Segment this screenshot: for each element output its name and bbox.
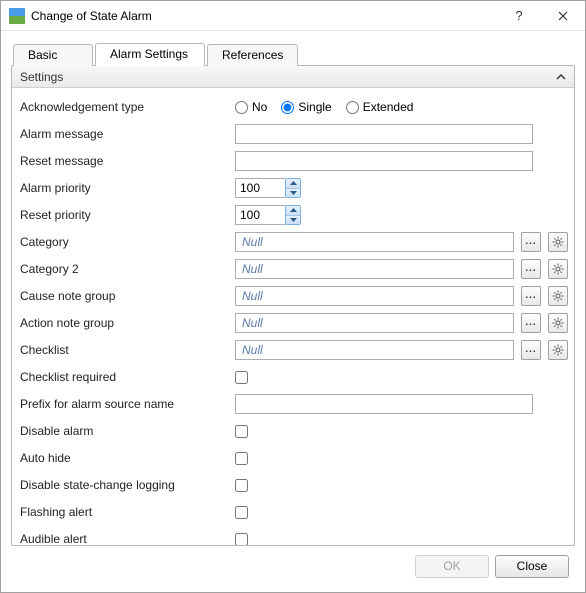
section-header-settings[interactable]: Settings bbox=[12, 66, 574, 88]
label-disable-logging: Disable state-change logging bbox=[20, 478, 235, 492]
titlebar: Change of State Alarm ? bbox=[1, 1, 585, 31]
label-alarm-priority: Alarm priority bbox=[20, 181, 235, 195]
tab-alarm-settings[interactable]: Alarm Settings bbox=[95, 43, 205, 66]
radio-single-input[interactable] bbox=[281, 101, 294, 114]
category-gear-button[interactable] bbox=[548, 232, 568, 252]
checklist-required-checkbox[interactable] bbox=[235, 371, 248, 384]
gear-icon bbox=[552, 344, 564, 356]
alarm-message-input[interactable] bbox=[235, 124, 533, 144]
label-audible-alert: Audible alert bbox=[20, 532, 235, 545]
audible-alert-checkbox[interactable] bbox=[235, 533, 248, 546]
radio-no[interactable]: No bbox=[235, 100, 267, 114]
checklist-input[interactable]: Null bbox=[235, 340, 514, 360]
alarm-priority-spinner bbox=[235, 178, 301, 198]
dialog-footer: OK Close bbox=[11, 546, 575, 586]
reset-priority-down[interactable] bbox=[286, 216, 300, 225]
auto-hide-checkbox[interactable] bbox=[235, 452, 248, 465]
reset-message-input[interactable] bbox=[235, 151, 533, 171]
alarm-priority-up[interactable] bbox=[286, 179, 300, 189]
cause-note-group-gear-button[interactable] bbox=[548, 286, 568, 306]
reset-priority-input[interactable] bbox=[235, 205, 285, 225]
ack-type-group: No Single Extended bbox=[235, 100, 568, 114]
tab-basic[interactable]: Basic bbox=[13, 44, 93, 66]
label-category: Category bbox=[20, 235, 235, 249]
collapse-icon[interactable] bbox=[554, 70, 568, 84]
label-category2: Category 2 bbox=[20, 262, 235, 276]
gear-icon bbox=[552, 263, 564, 275]
flashing-alert-checkbox[interactable] bbox=[235, 506, 248, 519]
alarm-priority-down[interactable] bbox=[286, 189, 300, 198]
gear-icon bbox=[552, 317, 564, 329]
label-ack-type: Acknowledgement type bbox=[20, 100, 235, 114]
category2-gear-button[interactable] bbox=[548, 259, 568, 279]
action-note-group-input[interactable]: Null bbox=[235, 313, 514, 333]
help-button[interactable]: ? bbox=[497, 1, 541, 31]
prefix-source-input[interactable] bbox=[235, 394, 533, 414]
label-checklist-required: Checklist required bbox=[20, 370, 235, 384]
checklist-gear-button[interactable] bbox=[548, 340, 568, 360]
gear-icon bbox=[552, 290, 564, 302]
category2-input[interactable]: Null bbox=[235, 259, 514, 279]
reset-priority-spinner bbox=[235, 205, 301, 225]
category-browse-button[interactable]: ... bbox=[521, 232, 541, 252]
alarm-priority-input[interactable] bbox=[235, 178, 285, 198]
radio-single[interactable]: Single bbox=[281, 100, 331, 114]
tab-panel: Settings Acknowledgement type No bbox=[11, 65, 575, 546]
label-auto-hide: Auto hide bbox=[20, 451, 235, 465]
radio-extended-input[interactable] bbox=[346, 101, 359, 114]
disable-logging-checkbox[interactable] bbox=[235, 479, 248, 492]
radio-no-input[interactable] bbox=[235, 101, 248, 114]
label-reset-message: Reset message bbox=[20, 154, 235, 168]
label-action-note-group: Action note group bbox=[20, 316, 235, 330]
close-icon bbox=[558, 11, 568, 21]
category2-browse-button[interactable]: ... bbox=[521, 259, 541, 279]
window-title: Change of State Alarm bbox=[31, 9, 497, 23]
action-note-group-browse-button[interactable]: ... bbox=[521, 313, 541, 333]
radio-extended[interactable]: Extended bbox=[346, 100, 414, 114]
disable-alarm-checkbox[interactable] bbox=[235, 425, 248, 438]
reset-priority-up[interactable] bbox=[286, 206, 300, 216]
section-body: Acknowledgement type No Single Extend bbox=[12, 88, 574, 545]
label-prefix-source: Prefix for alarm source name bbox=[20, 397, 235, 411]
dialog-window: Change of State Alarm ? Basic Alarm Sett… bbox=[0, 0, 586, 593]
tab-references[interactable]: References bbox=[207, 44, 298, 66]
checklist-browse-button[interactable]: ... bbox=[521, 340, 541, 360]
label-flashing-alert: Flashing alert bbox=[20, 505, 235, 519]
label-reset-priority: Reset priority bbox=[20, 208, 235, 222]
dialog-body: Basic Alarm Settings References Settings… bbox=[1, 31, 585, 592]
tab-strip: Basic Alarm Settings References bbox=[13, 41, 575, 65]
close-window-button[interactable] bbox=[541, 1, 585, 31]
category-input[interactable]: Null bbox=[235, 232, 514, 252]
label-checklist: Checklist bbox=[20, 343, 235, 357]
cause-note-group-browse-button[interactable]: ... bbox=[521, 286, 541, 306]
close-button[interactable]: Close bbox=[495, 555, 569, 578]
action-note-group-gear-button[interactable] bbox=[548, 313, 568, 333]
section-title: Settings bbox=[20, 70, 63, 84]
label-alarm-message: Alarm message bbox=[20, 127, 235, 141]
ok-button[interactable]: OK bbox=[415, 555, 489, 578]
app-icon bbox=[9, 8, 25, 24]
cause-note-group-input[interactable]: Null bbox=[235, 286, 514, 306]
label-cause-note-group: Cause note group bbox=[20, 289, 235, 303]
label-disable-alarm: Disable alarm bbox=[20, 424, 235, 438]
gear-icon bbox=[552, 236, 564, 248]
